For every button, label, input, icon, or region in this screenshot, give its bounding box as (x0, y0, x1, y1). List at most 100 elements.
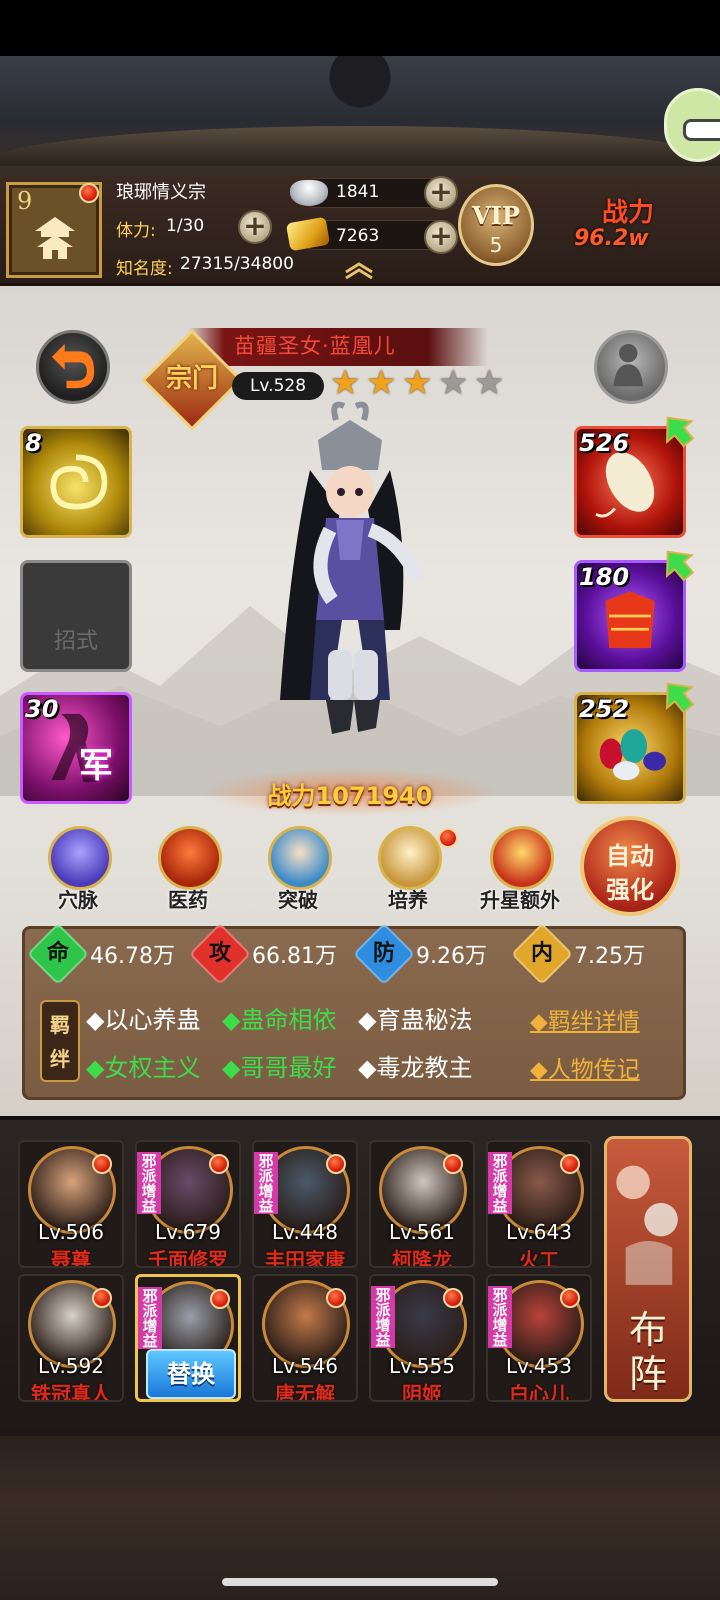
formation-line2: 阵 (628, 1352, 667, 1396)
add-silver-button[interactable]: + (424, 176, 458, 210)
member-name: 铁冠真人 (31, 1382, 111, 1402)
bond-item[interactable]: ◆哥哥最好 (222, 1048, 336, 1083)
menu-medicine-button[interactable]: 医药 (138, 826, 238, 922)
team-member-card[interactable]: 邪派增益 Lv.643 火工 (486, 1140, 592, 1268)
slot-level: 252 (579, 695, 630, 723)
star-filled-icon: ★ (330, 363, 361, 403)
hero-level: Lv.528 (232, 372, 324, 400)
army-slot[interactable]: 30 军 (20, 692, 132, 804)
star-filled-icon: ★ (402, 363, 433, 403)
member-level: Lv.555 (389, 1354, 455, 1378)
sect-bonus-tag: 邪派增益 (137, 1152, 161, 1214)
add-stamina-button[interactable]: + (238, 210, 272, 244)
auto-strengthen-line2: 强化 (606, 875, 654, 904)
menu-cultivate-label: 培养 (388, 888, 428, 912)
team-member-card[interactable]: Lv.561 柯降龙 (369, 1140, 475, 1268)
stat-inner-value: 7.25万 (574, 944, 645, 969)
team-member-card[interactable]: 邪派增益 Lv.679 千面修罗 (135, 1140, 241, 1268)
bond-item[interactable]: ◆毒龙教主 (358, 1048, 472, 1083)
notification-dot (443, 1154, 463, 1174)
bond-item[interactable]: ◆育蛊秘法 (358, 1000, 472, 1035)
pagoda-icon (35, 217, 75, 259)
player-level: 9 (17, 187, 33, 215)
total-power: 战力 96.2w (574, 192, 714, 262)
member-name: 丰田家康 (265, 1248, 345, 1268)
member-name: 聂尊 (51, 1248, 91, 1268)
menu-breakthrough-button[interactable]: 突破 (248, 826, 348, 922)
biography-link[interactable]: ◆人物传记 (530, 1050, 640, 1084)
formation-button[interactable]: 布 阵 (604, 1136, 692, 1402)
member-name: 火工 (519, 1248, 559, 1268)
breakthrough-icon (268, 826, 332, 890)
upgrade-arrow-icon (665, 682, 695, 714)
team-member-card[interactable]: 邪派增益 Lv.448 丰田家康 (252, 1140, 358, 1268)
slot-level: 30 (25, 695, 59, 723)
menu-cultivate-button[interactable]: 培养 (358, 826, 458, 922)
hero-portrait (280, 401, 425, 734)
notification-dot (560, 1154, 580, 1174)
chevron-up-icon[interactable] (342, 262, 376, 280)
member-level: Lv.561 (389, 1220, 455, 1244)
notification-dot (443, 1288, 463, 1308)
player-avatar[interactable]: 9 (6, 182, 102, 278)
bond-item[interactable]: ◆蛊命相依 (222, 1000, 336, 1035)
return-arrow-icon (51, 344, 95, 389)
roof-decoration (0, 56, 720, 176)
auto-strengthen-line1: 自动 (606, 841, 654, 870)
stat-hp: 命 46.78万 (26, 922, 175, 986)
bond-item[interactable]: ◆女权主义 (86, 1048, 200, 1083)
stamina-value: 1/30 (166, 216, 205, 236)
menu-star-up-button[interactable]: 升星额外 (470, 826, 570, 922)
vip-level: 5 (489, 233, 503, 257)
move-slot[interactable]: 招式 (20, 560, 132, 672)
star-up-icon (490, 826, 554, 890)
bond-tag: 羁绊 (40, 1000, 80, 1082)
member-name: 柯降龙 (392, 1248, 452, 1268)
fame-label: 知名度: (116, 259, 173, 279)
stat-hp-value: 46.78万 (90, 944, 175, 969)
stat-defense-value: 9.26万 (416, 944, 487, 969)
bond-detail-link[interactable]: ◆羁绊详情 (530, 1002, 640, 1036)
menu-meridian-label: 穴脉 (58, 888, 98, 912)
bond-item[interactable]: ◆以心养蛊 (86, 1000, 200, 1035)
team-member-card[interactable]: Lv.506 聂尊 (18, 1140, 124, 1268)
member-name: 唐无解 (275, 1382, 335, 1402)
team-member-card[interactable]: Lv.592 铁冠真人 (18, 1274, 124, 1402)
army-glyph: 军 (79, 746, 113, 786)
vip-badge[interactable]: VIP 5 (458, 184, 534, 266)
sect-bonus-tag: 邪派增益 (488, 1286, 512, 1348)
back-button[interactable] (36, 330, 110, 404)
stat-defense: 防 9.26万 (352, 922, 487, 986)
sect-bonus-tag: 邪派增益 (371, 1286, 395, 1348)
power-value: 96.2w (574, 226, 649, 251)
add-gold-button[interactable]: + (424, 220, 458, 254)
member-level: Lv.643 (506, 1220, 572, 1244)
star-empty-icon: ★ (438, 363, 469, 403)
skin-button[interactable] (594, 330, 668, 404)
replace-button[interactable]: 替换 (146, 1349, 236, 1399)
stat-attack-value: 66.81万 (252, 944, 337, 969)
slot-level: 526 (579, 429, 630, 457)
stamina-label: 体力: (116, 221, 156, 241)
gamepad-icon[interactable] (664, 88, 720, 162)
menu-star-up-label: 升星额外 (480, 888, 560, 912)
stat-inner: 内 7.25万 (510, 922, 645, 986)
martial-art-slot[interactable]: 8 (20, 426, 132, 538)
member-name: 阴姬 (402, 1382, 442, 1402)
member-name: 千面修罗 (148, 1248, 228, 1268)
team-member-card[interactable]: 邪派增益 Lv.555 阴姬 (369, 1274, 475, 1402)
sect-bonus-tag: 邪派增益 (254, 1152, 278, 1214)
menu-meridian-button[interactable]: 穴脉 (28, 826, 128, 922)
team-member-card[interactable]: 邪派增益 替换 (135, 1274, 241, 1402)
team-member-card[interactable]: 邪派增益 Lv.453 白心儿 (486, 1274, 592, 1402)
member-level: Lv.679 (155, 1220, 221, 1244)
meridian-icon (48, 826, 112, 890)
home-indicator[interactable] (222, 1578, 498, 1586)
auto-strengthen-button[interactable]: 自动 强化 (580, 816, 680, 916)
power-label: 战力 (602, 198, 655, 228)
notification-dot (92, 1288, 112, 1308)
team-member-card[interactable]: Lv.546 唐无解 (252, 1274, 358, 1402)
cultivate-icon (378, 826, 442, 890)
status-bar (0, 0, 720, 56)
notification-dot (209, 1154, 229, 1174)
